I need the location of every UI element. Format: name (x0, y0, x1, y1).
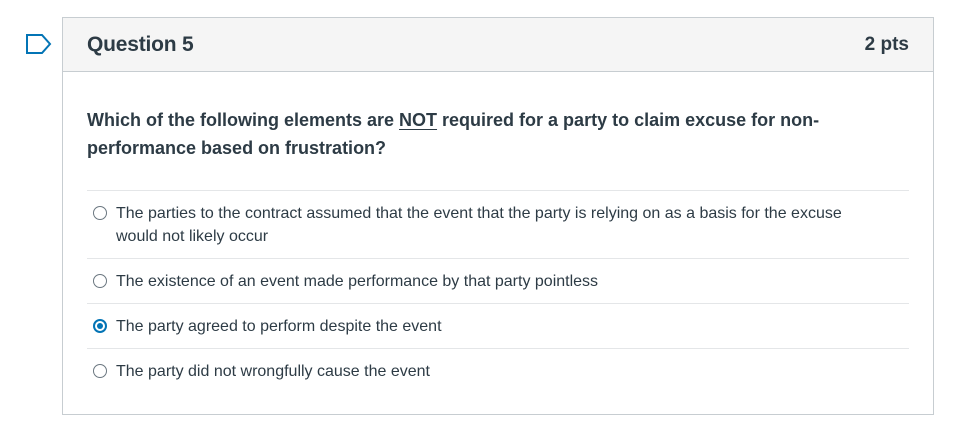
question-title: Question 5 (87, 32, 194, 56)
question-text-start: Which of the following elements are (87, 110, 400, 130)
answer-option-1[interactable]: The parties to the contract assumed that… (87, 191, 909, 259)
answer-option-3[interactable]: The party agreed to perform despite the … (87, 304, 909, 349)
answer-option-2[interactable]: The existence of an event made performan… (87, 259, 909, 304)
question-header: Question 5 2 pts (63, 18, 933, 72)
question-body: Which of the following elements are NOT … (63, 72, 933, 393)
answer-label-3: The party agreed to perform despite the … (116, 318, 442, 335)
question-text-emphasis: NOT (399, 110, 438, 130)
question-card: Question 5 2 pts Which of the following … (62, 17, 934, 415)
radio-button-2[interactable] (93, 274, 107, 288)
answer-label-2: The existence of an event made performan… (116, 273, 599, 290)
radio-button-4[interactable] (93, 364, 107, 378)
radio-button-1[interactable] (93, 206, 107, 220)
answer-option-4[interactable]: The party did not wrongfully cause the e… (87, 349, 909, 393)
answer-label-4: The party did not wrongfully cause the e… (116, 363, 430, 380)
question-points: 2 pts (864, 33, 909, 55)
answer-label-1: The parties to the contract assumed that… (116, 205, 842, 245)
flag-question-icon[interactable] (25, 33, 53, 55)
answer-list: The parties to the contract assumed that… (87, 190, 909, 393)
radio-button-3[interactable] (93, 319, 107, 333)
question-text: Which of the following elements are NOT … (87, 106, 827, 162)
